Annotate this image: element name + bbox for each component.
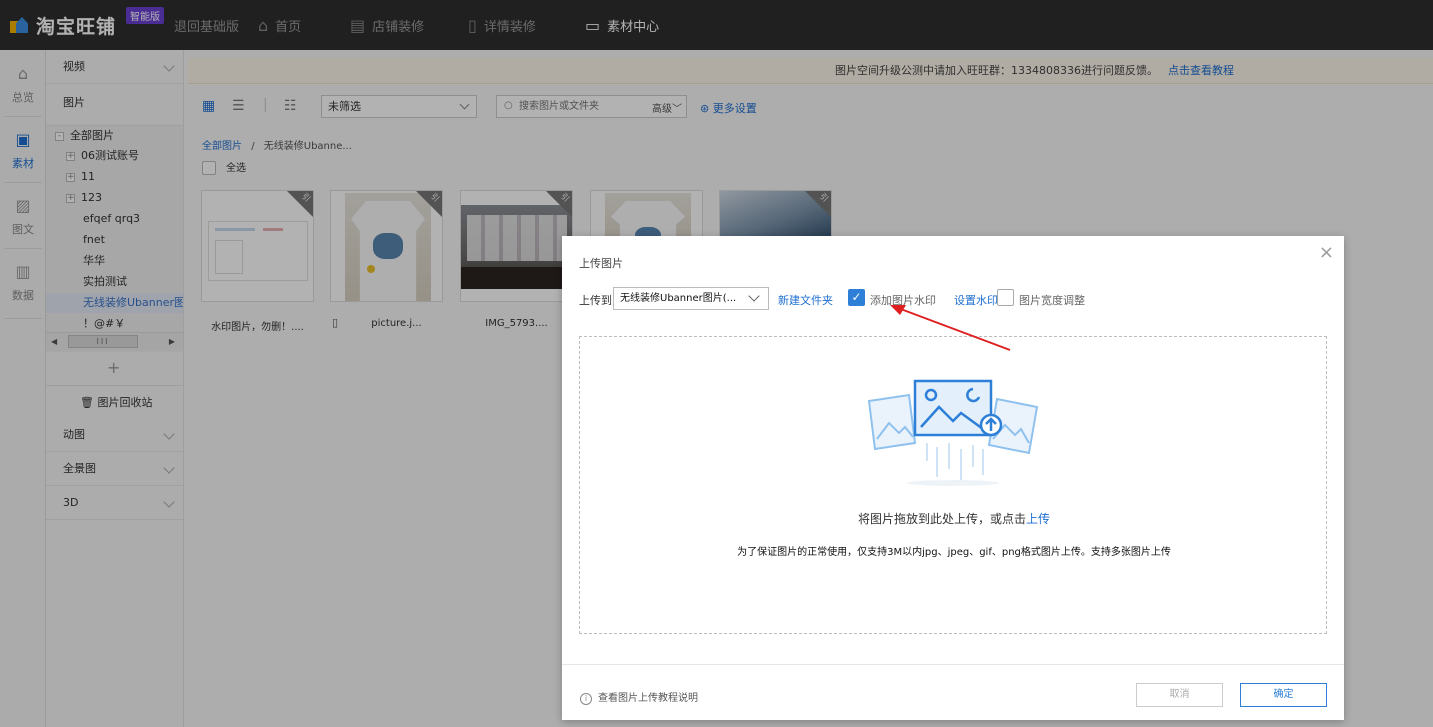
info-icon: i <box>580 693 592 705</box>
watermark-settings-link[interactable]: 设置水印 <box>954 292 998 308</box>
upload-help-link[interactable]: i 查看图片上传教程说明 <box>580 689 698 705</box>
upload-options-row: 上传到 无线装修Ubanner图片(... 新建文件夹 ✓ 添加图片水印 设置水… <box>579 287 1319 311</box>
confirm-button[interactable]: 确定 <box>1240 683 1327 707</box>
upload-dropzone[interactable]: 将图片拖放到此处上传，或点击上传 为了保证图片的正常使用，仅支持3M以内jpg、… <box>579 336 1327 634</box>
upload-dialog: 上传图片 × 上传到 无线装修Ubanner图片(... 新建文件夹 ✓ 添加图… <box>562 236 1344 720</box>
target-folder-value: 无线装修Ubanner图片(... <box>620 293 737 304</box>
close-icon[interactable]: × <box>1319 242 1334 263</box>
upload-help-label: 查看图片上传教程说明 <box>598 693 698 704</box>
target-folder-select[interactable]: 无线装修Ubanner图片(... <box>613 287 769 310</box>
checkmark-icon: ✓ <box>851 290 862 304</box>
dropzone-hint: 为了保证图片的正常使用，仅支持3M以内jpg、jpeg、gif、png格式图片上… <box>737 547 1171 558</box>
watermark-label: 添加图片水印 <box>870 294 936 307</box>
cancel-button[interactable]: 取消 <box>1136 683 1223 707</box>
dialog-title: 上传图片 <box>579 257 623 270</box>
chevron-down-icon <box>748 290 760 302</box>
upload-illustration-icon <box>867 379 1039 486</box>
dialog-footer: i 查看图片上传教程说明 取消 确定 <box>562 664 1344 720</box>
width-adjust-checkbox[interactable] <box>997 289 1014 306</box>
new-folder-link[interactable]: 新建文件夹 <box>778 292 833 308</box>
width-adjust-label: 图片宽度调整 <box>1019 294 1085 307</box>
dropzone-text: 将图片拖放到此处上传，或点击 <box>857 512 1026 526</box>
watermark-checkbox[interactable]: ✓ <box>848 289 865 306</box>
upload-link[interactable]: 上传 <box>1026 512 1050 526</box>
upload-to-label: 上传到 <box>579 294 612 307</box>
dropzone-instruction: 将图片拖放到此处上传，或点击上传 <box>580 510 1328 527</box>
